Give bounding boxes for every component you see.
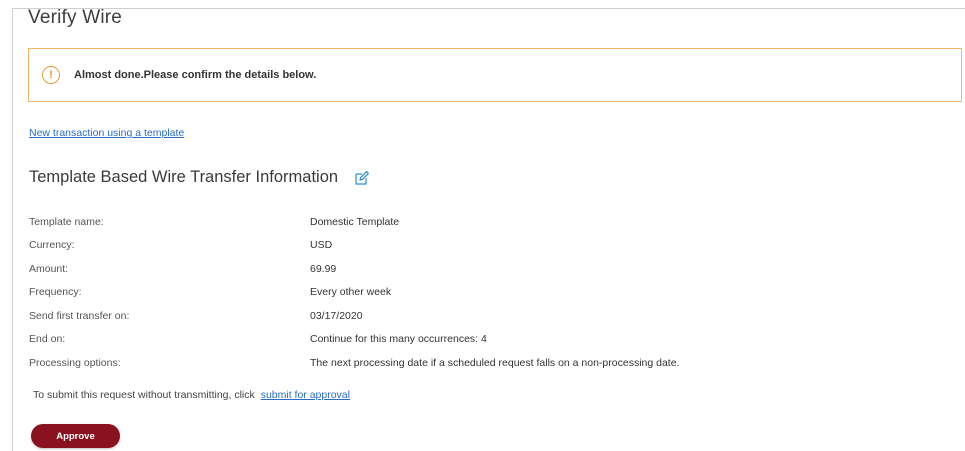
detail-value: The next processing date if a scheduled … bbox=[310, 356, 680, 369]
detail-row-send-first-transfer: Send first transfer on: 03/17/2020 bbox=[29, 304, 679, 328]
submit-for-approval-link[interactable]: submit for approval bbox=[261, 389, 350, 401]
new-transaction-template-link[interactable]: New transaction using a template bbox=[29, 127, 184, 139]
detail-label: Currency: bbox=[29, 239, 75, 252]
section-header: Template Based Wire Transfer Information bbox=[29, 168, 370, 187]
submit-note-text: To submit this request without transmitt… bbox=[33, 389, 255, 401]
detail-value: USD bbox=[310, 239, 333, 252]
approve-button[interactable]: Approve bbox=[31, 424, 120, 448]
detail-row-frequency: Frequency: Every other week bbox=[29, 281, 679, 305]
detail-row-processing-options: Processing options: The next processing … bbox=[29, 351, 679, 375]
detail-label: Processing options: bbox=[29, 356, 121, 369]
warning-circle-icon: ! bbox=[42, 66, 60, 84]
detail-row-template-name: Template name: Domestic Template bbox=[29, 210, 679, 234]
submit-note: To submit this request without transmitt… bbox=[33, 389, 350, 401]
detail-value: Domestic Template bbox=[310, 215, 400, 228]
details-list: Template name: Domestic Template Currenc… bbox=[29, 210, 679, 375]
detail-label: Frequency: bbox=[29, 286, 82, 299]
detail-value: 03/17/2020 bbox=[310, 309, 363, 322]
detail-row-currency: Currency: USD bbox=[29, 234, 679, 258]
confirmation-alert: ! Almost done.Please confirm the details… bbox=[28, 48, 962, 102]
detail-label: Amount: bbox=[29, 262, 69, 275]
detail-row-amount: Amount: 69.99 bbox=[29, 257, 679, 281]
section-title: Template Based Wire Transfer Information bbox=[29, 168, 339, 186]
detail-value: Every other week bbox=[310, 286, 392, 299]
edit-pencil-icon[interactable] bbox=[353, 169, 370, 186]
alert-message: Almost done.Please confirm the details b… bbox=[74, 69, 317, 81]
detail-label: Template name: bbox=[29, 215, 104, 228]
detail-row-end-on: End on: Continue for this many occurrenc… bbox=[29, 328, 679, 352]
detail-value: Continue for this many occurrences: 4 bbox=[310, 333, 487, 346]
detail-value: 69.99 bbox=[310, 262, 337, 275]
page-title: Verify Wire bbox=[28, 7, 123, 28]
detail-label: End on: bbox=[29, 333, 66, 346]
detail-label: Send first transfer on: bbox=[29, 309, 130, 322]
